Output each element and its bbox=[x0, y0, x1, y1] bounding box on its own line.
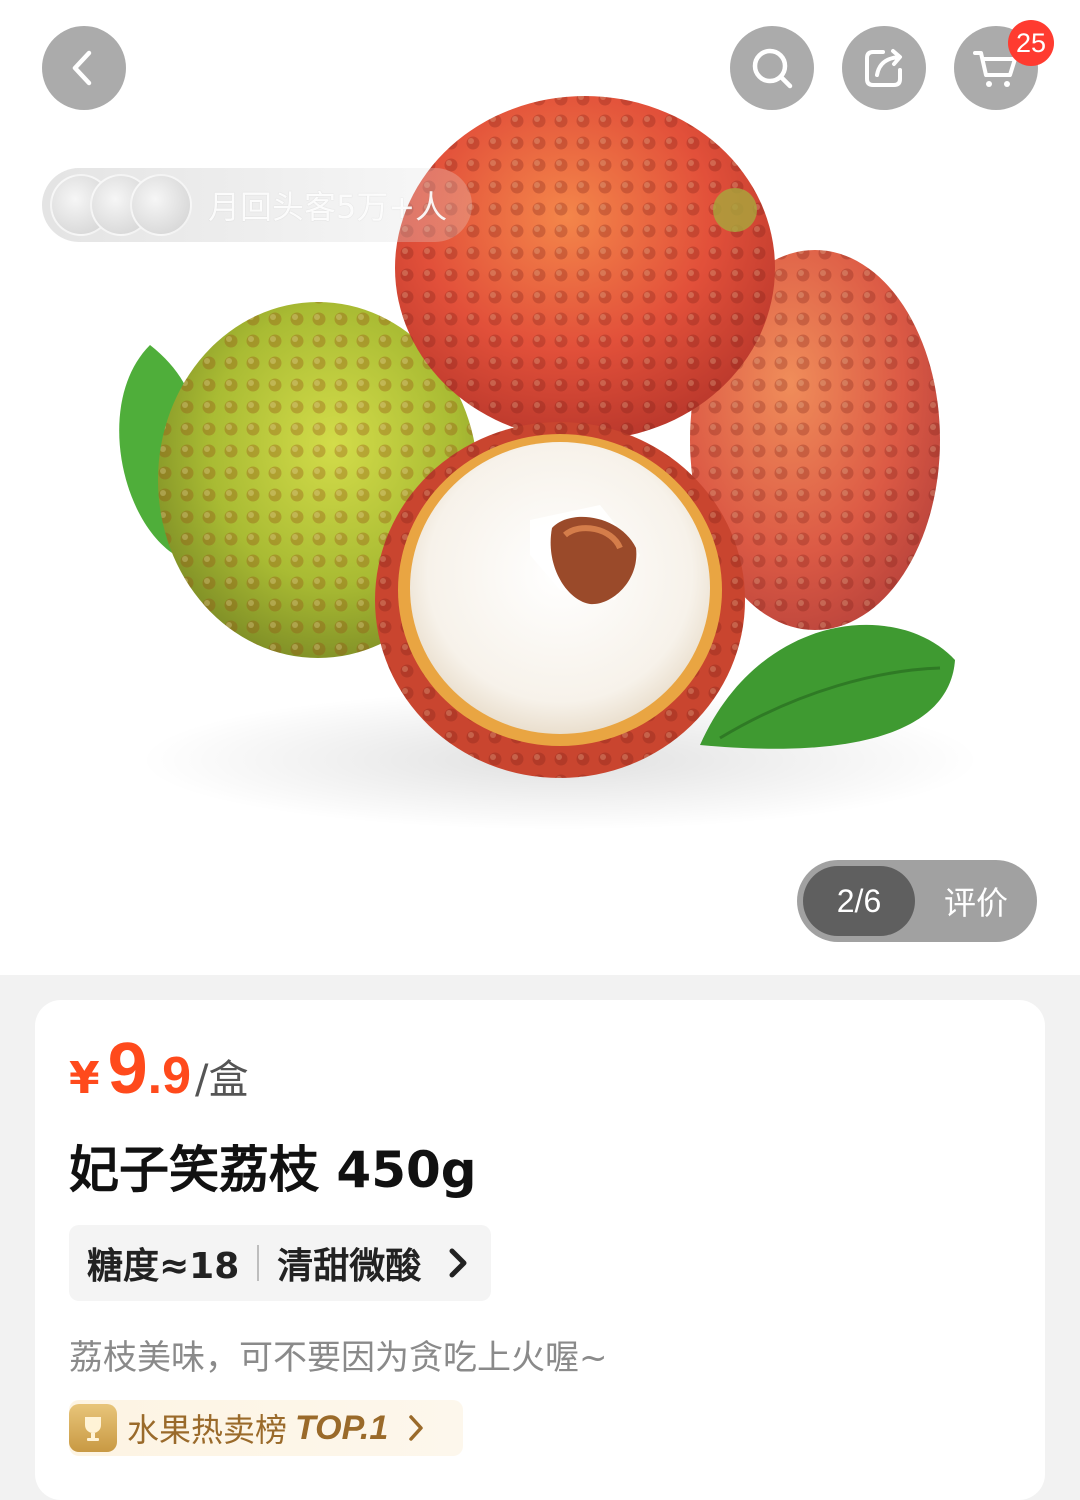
ranking-label: 水果热卖榜 bbox=[127, 1411, 288, 1449]
price-integer: 9 bbox=[107, 1029, 148, 1109]
repeat-customers-banner: 月回头客5万+人 bbox=[42, 168, 472, 242]
share-icon bbox=[865, 49, 902, 87]
customer-avatars bbox=[50, 174, 192, 236]
product-info-card: ¥ 9 .9 /盒 妃子笑荔枝 450g 糖度≈18 清甜微酸 荔枝美味，可不要… bbox=[35, 1000, 1045, 1500]
chevron-right-icon bbox=[449, 1248, 467, 1278]
chevron-right-icon bbox=[409, 1415, 424, 1441]
search-button[interactable] bbox=[730, 26, 814, 110]
product-image bbox=[119, 96, 980, 830]
price-decimal: .9 bbox=[147, 1047, 192, 1105]
gallery-indicator[interactable]: 2/6 评价 bbox=[797, 860, 1037, 942]
gallery-review-tab[interactable]: 评价 bbox=[915, 878, 1037, 924]
price: ¥ 9 .9 /盒 bbox=[69, 1028, 249, 1110]
attribute-divider bbox=[257, 1245, 260, 1281]
cart-button[interactable]: 25 bbox=[954, 20, 1054, 110]
sweetness-label: 糖度≈18 bbox=[87, 1246, 240, 1287]
gallery-page-count: 2/6 bbox=[803, 866, 915, 936]
price-currency: ¥ bbox=[69, 1053, 100, 1104]
cart-count-badge: 25 bbox=[1008, 20, 1054, 66]
repeat-customers-text: 月回头客5万+人 bbox=[208, 188, 448, 226]
back-arrow-icon bbox=[72, 50, 92, 86]
avatar bbox=[130, 174, 192, 236]
product-title: 妃子笑荔枝 450g bbox=[69, 1141, 477, 1199]
back-button[interactable] bbox=[42, 26, 126, 110]
taste-label: 清甜微酸 bbox=[277, 1246, 422, 1287]
product-attributes-button[interactable]: 糖度≈18 清甜微酸 bbox=[69, 1225, 492, 1301]
product-gallery[interactable]: 25 月回头客5万+人 2/6 评价 bbox=[0, 0, 1080, 975]
price-unit: /盒 bbox=[195, 1057, 249, 1103]
trophy-icon bbox=[69, 1404, 117, 1452]
product-tagline: 荔枝美味，可不要因为贪吃上火喔~ bbox=[69, 1338, 608, 1378]
search-icon bbox=[752, 48, 793, 89]
share-button[interactable] bbox=[842, 26, 926, 110]
fruit-ranking-link[interactable]: 水果热卖榜 TOP.1 bbox=[69, 1400, 463, 1456]
ranking-position: TOP.1 bbox=[295, 1408, 389, 1447]
